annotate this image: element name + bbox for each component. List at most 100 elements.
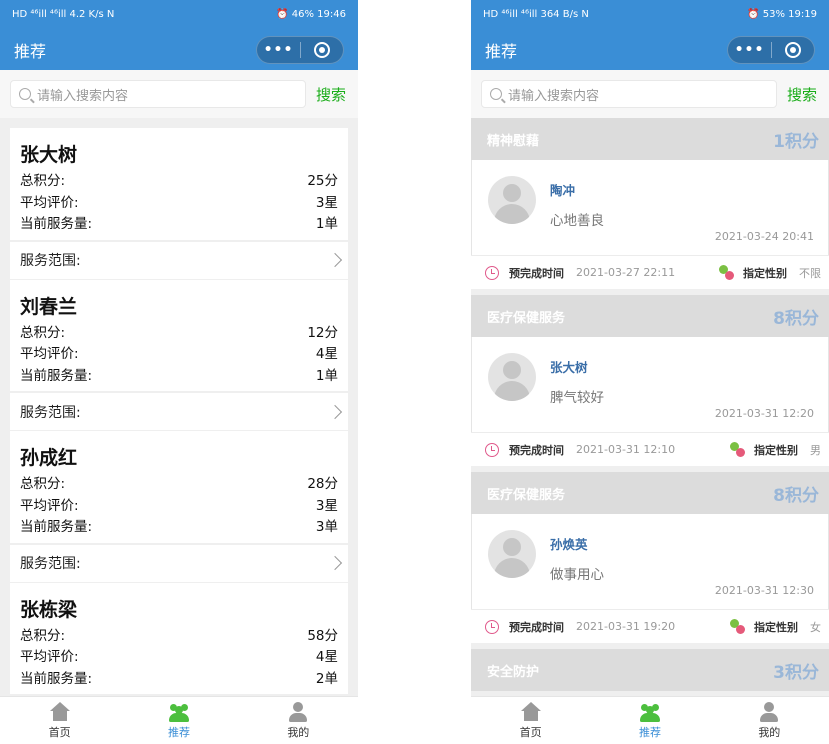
chevron-right-icon — [327, 252, 343, 268]
close-target-icon[interactable] — [772, 42, 814, 58]
provider-name: 张栋梁 — [20, 598, 78, 621]
search-button[interactable]: 搜索 — [316, 84, 346, 105]
search-bar: 请输入搜索内容 搜索 — [471, 70, 829, 118]
order-category: 医疗保健服务 8积分 — [471, 295, 829, 337]
post-time: 2021-03-31 12:20 — [714, 407, 814, 420]
points-value: 58分 — [307, 627, 338, 644]
gender-value: 男 — [810, 443, 821, 457]
provider-card[interactable]: 张大树 总积分: 25分 平均评价: 3星 当前服务量: 1单 服务范围: — [10, 128, 348, 279]
provider-name: 刘春兰 — [20, 295, 78, 318]
search-bar: 请输入搜索内容 搜索 — [0, 70, 358, 118]
avatar-icon — [488, 353, 536, 401]
category-name: 医疗保健服务 — [487, 310, 566, 326]
order-category: 精神慰藉 1积分 — [471, 118, 829, 160]
tab-label: 我的 — [758, 725, 781, 739]
search-input[interactable]: 请输入搜索内容 — [481, 80, 777, 108]
post-time: 2021-03-31 12:30 — [714, 584, 814, 597]
provider-card[interactable]: 刘春兰 总积分: 12分 平均评价: 4星 当前服务量: 1单 服务范围: — [10, 278, 348, 430]
menu-capsule: ••• — [256, 36, 344, 64]
deadline-label: 预完成时间 — [509, 266, 564, 280]
home-icon — [520, 701, 542, 722]
scope-label: 服务范围: — [20, 404, 81, 421]
tab-label: 首页 — [48, 725, 71, 739]
tab-mine[interactable]: 我的 — [710, 697, 829, 744]
gender-label: 指定性别 — [743, 266, 787, 280]
avatar-icon — [488, 530, 536, 578]
right-screen: HD ⁴⁶ill ⁴⁶ill 364 B/s N ⏰ 53% 19:19 推荐 … — [471, 0, 829, 744]
requester-name: 陶冲 — [550, 183, 576, 198]
user-icon — [287, 701, 309, 722]
current-value: 3单 — [315, 519, 338, 535]
current-value: 1单 — [315, 367, 338, 384]
search-input[interactable]: 请输入搜索内容 — [10, 80, 306, 108]
search-button[interactable]: 搜索 — [787, 84, 817, 105]
home-icon — [49, 701, 71, 722]
search-placeholder: 请输入搜索内容 — [508, 88, 600, 104]
left-screen: HD ⁴⁶ill ⁴⁶ill 4.2 K/s N ⏰ 46% 19:46 推荐 … — [0, 0, 358, 744]
provider-card[interactable]: 孙成红 总积分: 28分 平均评价: 3星 当前服务量: 3单 服务范围: — [10, 430, 348, 582]
more-icon[interactable]: ••• — [257, 42, 300, 58]
category-name: 安全防护 — [487, 664, 540, 680]
page-title: 推荐 — [485, 42, 518, 61]
requester-desc: 做事用心 — [550, 567, 604, 583]
order-points: 8积分 — [773, 308, 819, 329]
order-points: 8积分 — [773, 485, 819, 506]
order-card[interactable]: 安全防护 3积分 — [471, 649, 829, 691]
requester-name: 张大树 — [550, 360, 588, 375]
current-value: 2单 — [315, 670, 338, 687]
order-card[interactable]: 精神慰藉 1积分 陶冲 心地善良 2021-03-24 20:41 预完成时间 2… — [471, 118, 829, 289]
group-icon — [168, 702, 190, 722]
requester-name: 孙焕英 — [550, 537, 588, 552]
alarm-clock-icon — [485, 265, 499, 280]
deadline-value: 2021-03-31 12:10 — [576, 443, 676, 456]
post-time: 2021-03-24 20:41 — [714, 230, 814, 243]
deadline-label: 预完成时间 — [509, 620, 564, 634]
service-scope-row[interactable]: 服务范围: — [10, 239, 348, 279]
service-scope-row[interactable]: 服务范围: — [10, 542, 348, 582]
points-value: 28分 — [307, 476, 338, 492]
scope-label: 服务范围: — [20, 556, 81, 572]
tab-home[interactable]: 首页 — [471, 697, 590, 744]
order-card[interactable]: 医疗保健服务 8积分 孙焕英 做事用心 2021-03-31 12:30 预完成时… — [471, 472, 829, 643]
category-name: 医疗保健服务 — [487, 487, 566, 503]
current-label: 当前服务量: — [20, 216, 93, 232]
search-placeholder: 请输入搜索内容 — [37, 88, 129, 104]
provider-card[interactable]: 张栋梁 总积分: 58分 平均评价: 4星 当前服务量: 2单 — [10, 581, 348, 694]
alarm-clock-icon — [485, 619, 499, 634]
gender-label: 指定性别 — [754, 443, 798, 457]
tab-mine[interactable]: 我的 — [239, 697, 358, 744]
order-category: 安全防护 3积分 — [471, 649, 829, 691]
page-title: 推荐 — [14, 42, 47, 61]
tab-recommend[interactable]: 推荐 — [590, 697, 709, 744]
tab-recommend[interactable]: 推荐 — [119, 697, 238, 744]
chevron-right-icon — [327, 404, 343, 419]
gender-label: 指定性别 — [754, 620, 798, 634]
more-icon[interactable]: ••• — [728, 42, 771, 58]
order-list: 精神慰藉 1积分 陶冲 心地善良 2021-03-24 20:41 预完成时间 2… — [471, 118, 829, 696]
provider-name: 张大树 — [20, 144, 78, 166]
tab-bar: 首页 推荐 我的 — [0, 696, 358, 744]
group-icon — [639, 702, 661, 722]
nav-bar: 推荐 ••• — [471, 28, 829, 70]
status-bar: HD ⁴⁶ill ⁴⁶ill 4.2 K/s N ⏰ 46% 19:46 — [0, 0, 358, 28]
rating-label: 平均评价: — [20, 346, 79, 362]
rating-value: 3星 — [315, 194, 338, 211]
requester-desc: 脾气较好 — [550, 390, 604, 406]
tab-home[interactable]: 首页 — [0, 697, 119, 744]
points-label: 总积分: — [20, 324, 66, 341]
tab-label: 推荐 — [638, 725, 661, 739]
current-label: 当前服务量: — [20, 670, 93, 687]
status-right: ⏰ 53% 19:19 — [747, 8, 817, 20]
status-left: HD ⁴⁶ill ⁴⁶ill 364 B/s N — [483, 8, 589, 20]
close-target-icon[interactable] — [301, 42, 343, 58]
menu-capsule: ••• — [727, 36, 815, 64]
alarm-clock-icon — [485, 442, 499, 457]
tab-label: 首页 — [519, 725, 542, 739]
service-scope-row[interactable]: 服务范围: — [10, 391, 348, 430]
status-bar: HD ⁴⁶ill ⁴⁶ill 364 B/s N ⏰ 53% 19:19 — [471, 0, 829, 28]
rating-value: 4星 — [315, 649, 338, 665]
order-card[interactable]: 医疗保健服务 8积分 张大树 脾气较好 2021-03-31 12:20 预完成时… — [471, 295, 829, 466]
requester-desc: 心地善良 — [550, 213, 604, 229]
provider-name: 孙成红 — [20, 447, 78, 469]
points-value: 25分 — [307, 173, 338, 189]
